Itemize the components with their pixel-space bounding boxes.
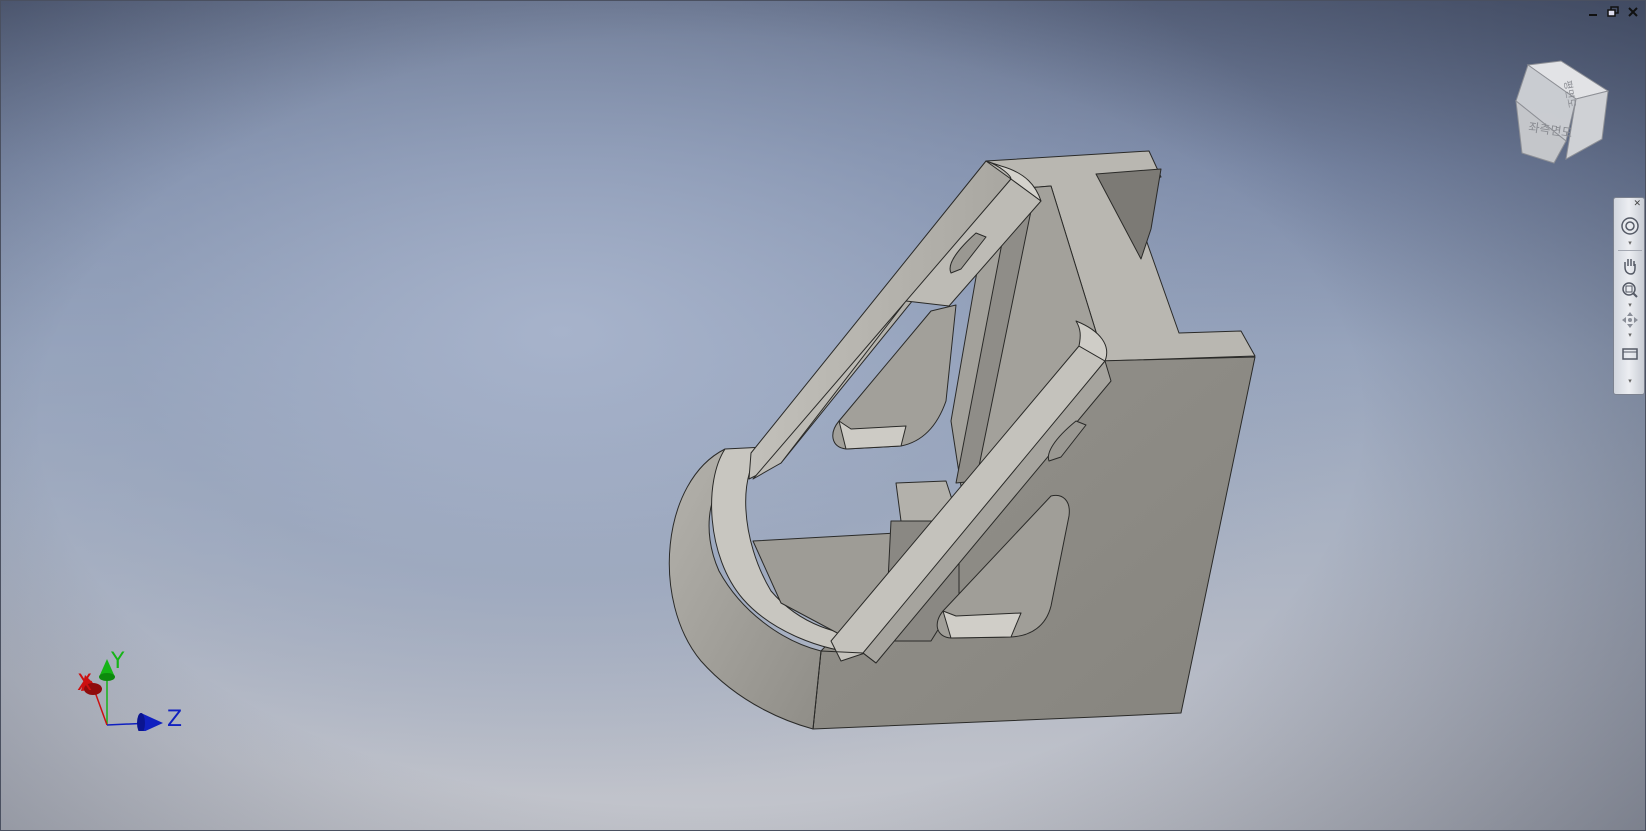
- steering-wheel-dropdown-icon[interactable]: ▾: [1626, 240, 1634, 247]
- right-rib-hole-lip: [942, 610, 1022, 639]
- close-icon[interactable]: [1627, 5, 1639, 19]
- bracket-part-model[interactable]: [1, 1, 1646, 832]
- graphics-viewport[interactable]: 평면도 좌측면도 ✕ ▾ ▾ ▾ ▾ X Y Z: [0, 0, 1646, 831]
- x-axis-label: X: [77, 671, 93, 696]
- coordinate-triad: X Y Z: [71, 649, 191, 735]
- nav-bar-close-icon[interactable]: ✕: [1633, 199, 1641, 209]
- steering-wheel-icon[interactable]: [1619, 216, 1641, 236]
- restore-icon[interactable]: [1607, 5, 1619, 19]
- zoom-icon[interactable]: [1619, 280, 1641, 300]
- look-at-icon[interactable]: [1619, 344, 1641, 364]
- z-axis-label: Z: [167, 707, 183, 732]
- zoom-dropdown-icon[interactable]: ▾: [1626, 302, 1634, 309]
- orbit-dropdown-icon[interactable]: ▾: [1626, 332, 1634, 339]
- minimize-icon[interactable]: [1587, 5, 1599, 19]
- y-axis-label: Y: [111, 649, 125, 674]
- nav-separator: [1618, 250, 1642, 251]
- navigation-bar: ✕ ▾ ▾ ▾ ▾: [1613, 197, 1645, 395]
- viewcube[interactable]: 평면도 좌측면도: [1506, 59, 1614, 169]
- window-controls: [1587, 5, 1639, 19]
- pan-icon[interactable]: [1619, 256, 1641, 276]
- orbit-icon[interactable]: [1619, 310, 1641, 330]
- nav-bar-customize-icon[interactable]: ▾: [1626, 378, 1634, 385]
